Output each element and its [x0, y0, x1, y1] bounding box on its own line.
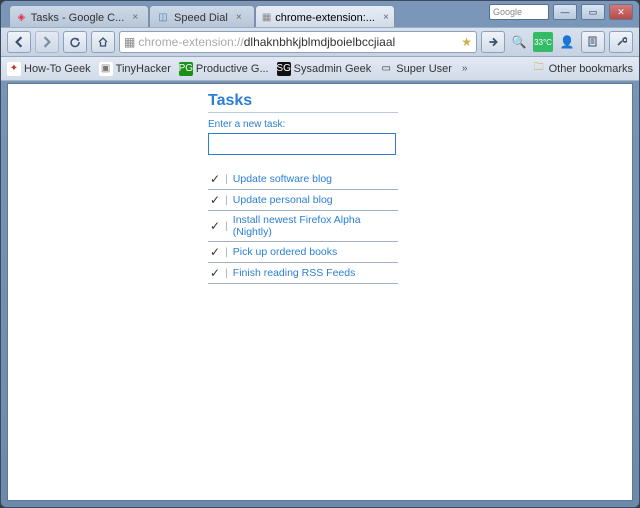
page-favicon-icon: ▦ — [124, 35, 135, 49]
task-text: Install newest Firefox Alpha (Nightly) — [233, 214, 396, 238]
tinyhacker-icon: ▣ — [99, 62, 113, 76]
folder-icon: 🗀 — [532, 62, 546, 76]
arrow-right-icon — [487, 36, 499, 48]
window-controls: Google — ▭ ✕ — [489, 1, 633, 23]
wrench-icon — [615, 36, 627, 48]
page-icon — [587, 36, 599, 48]
task-text: Finish reading RSS Feeds — [233, 267, 356, 279]
home-button[interactable] — [91, 31, 115, 53]
tab-label: Speed Dial — [174, 12, 228, 24]
task-row[interactable]: ✓ | Install newest Firefox Alpha (Nightly) — [208, 211, 398, 242]
bookmarks-overflow-button[interactable]: » — [460, 63, 470, 74]
bookmark-label: Productive G... — [196, 63, 269, 75]
reload-button[interactable] — [63, 31, 87, 53]
tab-close-icon[interactable]: × — [132, 13, 140, 23]
check-icon[interactable]: ✓ — [210, 193, 220, 207]
url-scheme: chrome-extension:// — [138, 35, 243, 49]
separator: | — [225, 267, 228, 279]
maximize-button[interactable]: ▭ — [581, 4, 605, 20]
browser-window: Google — ▭ ✕ ◈ Tasks - Google C... × ◫ S… — [0, 0, 640, 508]
tab-close-icon[interactable]: × — [236, 13, 246, 23]
weather-badge[interactable]: 33°C — [533, 32, 553, 52]
task-row[interactable]: ✓ | Update software blog — [208, 169, 398, 190]
new-task-input[interactable] — [208, 133, 396, 155]
separator: | — [225, 194, 228, 206]
toolbar: ▦ chrome-extension://dlhaknbhkjblmdjboie… — [1, 27, 639, 57]
home-icon — [97, 36, 109, 48]
bookmark-productive[interactable]: PGProductive G... — [179, 62, 269, 76]
tab-close-icon[interactable]: × — [383, 13, 389, 23]
separator: | — [225, 220, 228, 232]
url-path: dlhaknbhkjblmdjboielbccjiaal — [244, 35, 395, 49]
tab-label: chrome-extension:... — [275, 12, 375, 24]
wrench-menu-button[interactable] — [609, 31, 633, 53]
bookmark-label: Other bookmarks — [549, 63, 633, 75]
tab-chrome-extension[interactable]: ▦ chrome-extension:... × — [255, 5, 395, 27]
tab-tasks-google[interactable]: ◈ Tasks - Google C... × — [9, 5, 149, 27]
reload-icon — [69, 36, 81, 48]
window-search-input[interactable]: Google — [489, 4, 549, 20]
separator: | — [225, 173, 228, 185]
extension-favicon-icon: ▦ — [262, 11, 271, 25]
tab-speed-dial[interactable]: ◫ Speed Dial × — [149, 5, 255, 27]
close-window-button[interactable]: ✕ — [609, 4, 633, 20]
bookmark-superuser[interactable]: ▭Super User — [379, 62, 452, 76]
check-icon[interactable]: ✓ — [210, 219, 220, 233]
bookmark-howtogeek[interactable]: ✦How-To Geek — [7, 62, 91, 76]
check-icon[interactable]: ✓ — [210, 266, 220, 280]
tab-label: Tasks - Google C... — [31, 12, 125, 24]
google-favicon-icon: ◈ — [16, 11, 27, 25]
page-menu-button[interactable] — [581, 31, 605, 53]
extension-magnifier-icon[interactable]: 🔍 — [509, 32, 529, 52]
howtogeek-icon: ✦ — [7, 62, 21, 76]
enter-task-label: Enter a new task: — [208, 119, 632, 130]
extension-person-icon[interactable]: 👤 — [557, 32, 577, 52]
task-text: Pick up ordered books — [233, 246, 337, 258]
bookmark-star-icon[interactable]: ★ — [461, 35, 472, 49]
speeddial-favicon-icon: ◫ — [156, 11, 170, 25]
task-text: Update software blog — [233, 173, 332, 185]
bookmark-sysadmin[interactable]: SGSysadmin Geek — [277, 62, 372, 76]
task-text: Update personal blog — [233, 194, 333, 206]
bookmark-tinyhacker[interactable]: ▣TinyHacker — [99, 62, 171, 76]
bookmark-label: TinyHacker — [116, 63, 171, 75]
bookmark-label: Sysadmin Geek — [294, 63, 372, 75]
task-row[interactable]: ✓ | Pick up ordered books — [208, 242, 398, 263]
productive-icon: PG — [179, 62, 193, 76]
bookmark-label: Super User — [396, 63, 452, 75]
check-icon[interactable]: ✓ — [210, 172, 220, 186]
task-row[interactable]: ✓ | Finish reading RSS Feeds — [208, 263, 398, 284]
task-row[interactable]: ✓ | Update personal blog — [208, 190, 398, 211]
tasks-app: Tasks Enter a new task: ✓ | Update softwar… — [8, 84, 632, 284]
arrow-right-icon — [41, 36, 53, 48]
minimize-button[interactable]: — — [553, 4, 577, 20]
url-bar[interactable]: ▦ chrome-extension://dlhaknbhkjblmdjboie… — [119, 31, 477, 53]
check-icon[interactable]: ✓ — [210, 245, 220, 259]
tasks-title: Tasks — [208, 92, 398, 113]
superuser-icon: ▭ — [379, 62, 393, 76]
bookmarks-bar: ✦How-To Geek ▣TinyHacker PGProductive G.… — [1, 57, 639, 81]
other-bookmarks-button[interactable]: 🗀Other bookmarks — [532, 62, 633, 76]
back-button[interactable] — [7, 31, 31, 53]
page-viewport: Tasks Enter a new task: ✓ | Update softwar… — [7, 83, 633, 501]
go-button[interactable] — [481, 31, 505, 53]
sysadmin-icon: SG — [277, 62, 291, 76]
arrow-left-icon — [13, 36, 25, 48]
separator: | — [225, 246, 228, 258]
forward-button[interactable] — [35, 31, 59, 53]
bookmark-label: How-To Geek — [24, 63, 91, 75]
